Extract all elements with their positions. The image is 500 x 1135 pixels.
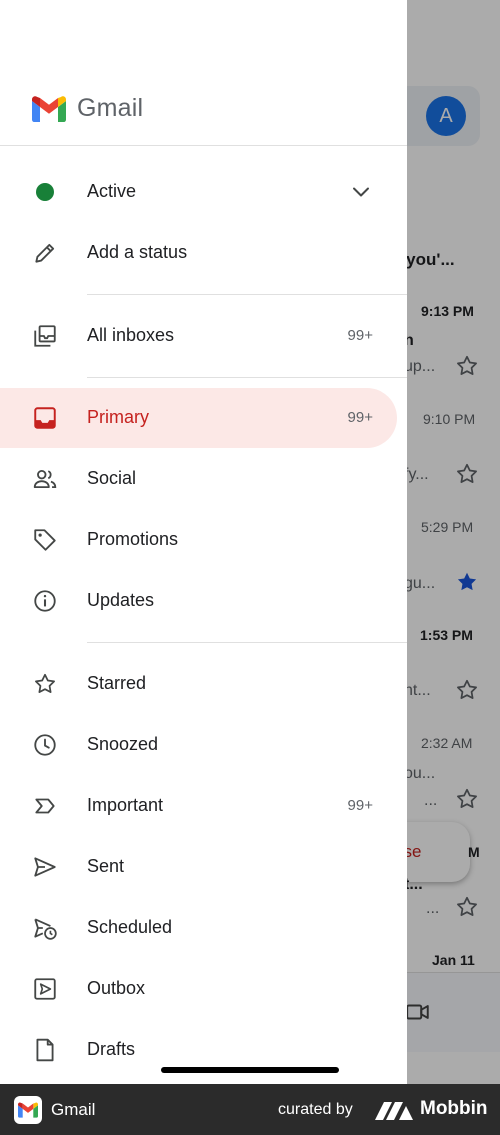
home-indicator[interactable] [161,1067,339,1073]
sidebar-item-label: Promotions [87,529,179,549]
add-status-item[interactable]: Add a status [0,223,397,283]
sidebar-item-label: Drafts [87,1039,136,1059]
sidebar-item-scheduled[interactable]: Scheduled [0,898,397,958]
footer-brand: Mobbin [420,1098,488,1119]
sidebar-item-label: Sent [87,856,125,876]
sidebar-item-all-inboxes[interactable]: All inboxes 99+ [0,306,397,366]
sidebar-item-sent[interactable]: Sent [0,837,397,897]
pencil-icon [35,243,55,263]
clock-icon [34,734,56,756]
chevron-down-icon[interactable] [349,180,373,204]
people-icon [33,469,57,489]
star-icon [35,673,55,693]
gmail-wordmark: Gmail [77,94,144,122]
all-inboxes-icon [34,325,56,347]
scheduled-send-icon [34,918,57,940]
mobbin-footer: Gmail curated by Mobbin [0,1084,500,1135]
status-label: Active [87,181,137,201]
drawer-divider [87,294,407,295]
sidebar-item-label: Primary [87,407,149,427]
sidebar-item-updates[interactable]: Updates [0,571,397,631]
sidebar-item-important[interactable]: Important 99+ [0,776,397,836]
outbox-icon [34,978,56,1000]
sidebar-item-label: Snoozed [87,734,159,754]
sidebar-item-label: Scheduled [87,917,173,937]
sidebar-item-outbox[interactable]: Outbox [0,959,397,1019]
sidebar-item-label: Updates [87,590,155,610]
tag-icon [34,529,56,551]
sidebar-item-label: Social [87,468,137,488]
send-icon [34,857,56,877]
gmail-logo-icon [32,96,66,122]
status-active-dot [36,183,54,201]
sidebar-item-label: Outbox [87,978,146,998]
unread-count-badge: 99+ [347,797,373,814]
gmail-logo-icon [18,1102,38,1118]
info-icon [34,590,56,612]
sidebar-item-label: All inboxes [87,325,175,345]
drawer-divider [87,377,407,378]
sidebar-item-promotions[interactable]: Promotions [0,510,397,570]
status-active-item[interactable]: Active [0,162,397,222]
footer-curated-by: curated by [278,1101,353,1118]
drawer-divider [87,642,407,643]
sidebar-item-primary[interactable]: Primary 99+ [0,388,397,448]
add-status-label: Add a status [87,242,188,262]
sidebar-item-label: Starred [87,673,147,693]
sidebar-item-social[interactable]: Social [0,449,397,509]
unread-count-badge: 99+ [347,327,373,344]
sidebar-item-snoozed[interactable]: Snoozed [0,715,397,775]
drawer-header: Gmail [0,0,407,146]
draft-icon [36,1038,54,1062]
important-icon [35,798,55,814]
gmail-app-icon [14,1096,42,1124]
mobbin-logo-icon [375,1102,413,1120]
inbox-icon [34,407,56,429]
gmail-screen: A e you'... 9:13 PM n up... 9:10 PM fy..… [0,0,500,1084]
sidebar-item-starred[interactable]: Starred [0,654,397,714]
unread-count-badge: 99+ [347,409,373,426]
footer-app-name: Gmail [51,1100,96,1119]
navigation-drawer: Gmail Active Add a status All inboxes 99… [0,0,407,1084]
sidebar-item-label: Important [87,795,164,815]
